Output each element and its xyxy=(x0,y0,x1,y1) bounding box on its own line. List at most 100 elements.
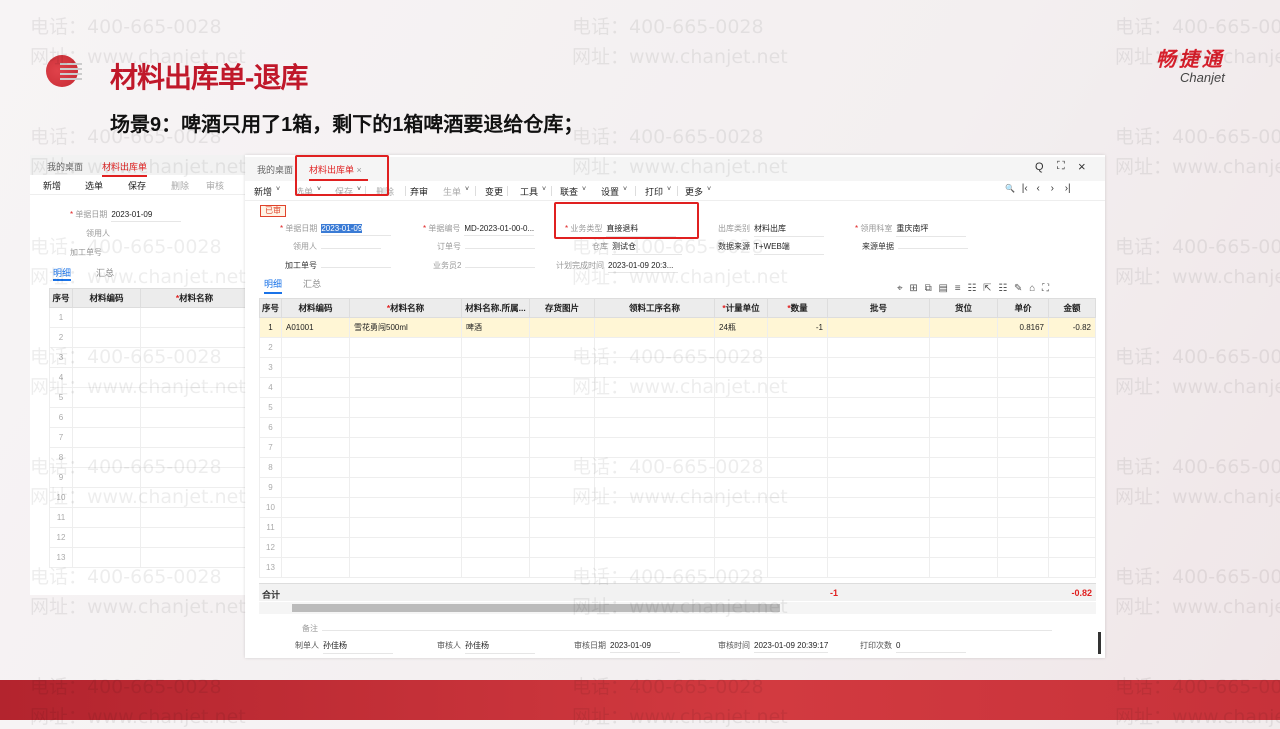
column-header[interactable]: 货位 xyxy=(929,298,998,318)
table-row[interactable]: 7 xyxy=(259,437,1096,458)
cell-batch[interactable] xyxy=(827,317,930,338)
column-header[interactable]: 单价 xyxy=(997,298,1049,318)
column-header[interactable]: 批号 xyxy=(827,298,930,318)
toolbar-button[interactable]: 生单 xyxy=(443,185,461,198)
footer-label: 审核日期 xyxy=(574,641,606,650)
toolbar-button[interactable]: 弃审 xyxy=(410,185,428,198)
add-row-icon[interactable]: ⊞ xyxy=(909,283,917,294)
audit-button[interactable]: 审核 xyxy=(206,179,224,192)
number-field[interactable]: MD-2023-01-00-0... xyxy=(464,224,535,236)
table-row[interactable]: 10 xyxy=(259,497,1096,518)
column-header[interactable]: 材料编码 xyxy=(281,298,350,318)
table-row[interactable]: 9 xyxy=(259,477,1096,498)
batch-icon[interactable]: ≡ xyxy=(955,283,961,294)
user-field[interactable] xyxy=(321,246,381,249)
out-type-field[interactable]: 材料出库 xyxy=(754,223,824,237)
subtab-detail[interactable]: 明细 xyxy=(53,266,72,281)
warehouse-field[interactable]: 测试仓 xyxy=(612,241,682,255)
column-header[interactable]: 材料名称.所属... xyxy=(461,298,530,318)
dept-field[interactable]: 重庆南坪 xyxy=(896,223,967,237)
cell-unit[interactable]: 24瓶 xyxy=(714,317,768,338)
watermark: 电话：400-665-0028 xyxy=(1115,16,1280,38)
table-row[interactable]: 3 xyxy=(259,357,1096,378)
toolbar-divider xyxy=(475,186,476,196)
table-row[interactable]: 8 xyxy=(259,457,1096,478)
toolbar-button[interactable]: 设置 xyxy=(601,185,619,198)
maximize-icon[interactable]: ⛶ xyxy=(1057,160,1065,173)
cell-name[interactable]: 雪花勇闯500ml xyxy=(349,317,462,338)
column-header[interactable]: *数量 xyxy=(767,298,828,318)
select-button[interactable]: 选单 xyxy=(85,179,103,192)
column-header[interactable]: *材料名称 xyxy=(349,298,462,318)
table-row[interactable]: 13 xyxy=(259,557,1096,578)
toolbar-button[interactable]: 工具 xyxy=(520,185,538,198)
last-icon[interactable]: ›| xyxy=(1065,183,1071,194)
toolbar-divider xyxy=(635,186,636,196)
toolbar-button[interactable]: 新增 xyxy=(254,185,272,198)
search-icon[interactable]: Q xyxy=(1035,161,1044,173)
scrollbar-thumb[interactable] xyxy=(292,604,780,612)
clerk2-field[interactable] xyxy=(465,265,536,268)
source-field[interactable]: T+WEB端 xyxy=(754,241,824,255)
subtab-summary[interactable]: 汇总 xyxy=(96,266,114,279)
column-header[interactable]: *计量单位 xyxy=(714,298,768,318)
table-row[interactable]: 11 xyxy=(259,517,1096,538)
toolbar-button[interactable]: 联查 xyxy=(560,185,578,198)
layout-icon[interactable]: ☷ xyxy=(998,283,1007,294)
tab-home[interactable]: 我的桌面 xyxy=(257,163,293,176)
cell-price[interactable]: 0.8167 xyxy=(997,317,1049,338)
new-button[interactable]: 新增 xyxy=(43,179,61,192)
find-icon[interactable]: 🔍 xyxy=(1005,184,1015,193)
subtab-detail[interactable]: 明细 xyxy=(264,277,283,294)
paste-icon[interactable]: ▤ xyxy=(939,283,948,294)
export-icon[interactable]: ⇱ xyxy=(983,283,991,294)
table-row[interactable]: 5 xyxy=(259,397,1096,418)
columns-icon[interactable]: ☷ xyxy=(967,283,976,294)
row-number: 7 xyxy=(259,437,282,458)
fullscreen-icon[interactable]: ⛶ xyxy=(1042,283,1049,294)
close-icon[interactable]: × xyxy=(1078,159,1086,174)
order-field[interactable] xyxy=(465,246,535,249)
cell-code[interactable]: A01001 xyxy=(281,317,350,338)
copy-row-icon[interactable]: ⧉ xyxy=(925,283,932,294)
delete-button[interactable]: 删除 xyxy=(171,179,189,192)
cell-qty[interactable]: -1 xyxy=(767,317,828,338)
column-header[interactable]: 序号 xyxy=(259,298,282,318)
subtab-summary[interactable]: 汇总 xyxy=(303,277,321,290)
table-row[interactable]: 6 xyxy=(259,417,1096,438)
remark-field[interactable] xyxy=(322,628,1052,631)
table-row[interactable]: 4 xyxy=(259,377,1096,398)
location-icon[interactable]: ⌖ xyxy=(897,283,903,294)
table-row[interactable]: 12 xyxy=(259,537,1096,558)
column-header[interactable]: 存货图片 xyxy=(529,298,595,318)
date-field[interactable]: 2023-01-09 xyxy=(111,210,182,222)
cell-no[interactable]: 1 xyxy=(259,317,282,338)
warehouse-icon[interactable]: ⌂ xyxy=(1029,283,1035,294)
toolbar-button[interactable]: 变更 xyxy=(485,185,503,198)
prev-icon[interactable]: ‹ xyxy=(1036,183,1039,194)
table-row[interactable]: 1 A01001 雪花勇闯500ml 啤酒 24瓶 -1 0.8167 -0.82 xyxy=(259,317,1096,338)
cell-category[interactable]: 啤酒 xyxy=(461,317,530,338)
chevron-down-icon: ˅ xyxy=(667,186,672,193)
process-no-field[interactable] xyxy=(321,265,391,268)
toolbar-button[interactable]: 更多 xyxy=(685,185,703,198)
cell-location[interactable] xyxy=(929,317,998,338)
tab-home[interactable]: 我的桌面 xyxy=(47,160,83,173)
column-header[interactable]: 领料工序名称 xyxy=(594,298,715,318)
save-button[interactable]: 保存 xyxy=(128,179,146,192)
edit-icon[interactable]: ✎ xyxy=(1014,283,1022,294)
date-field[interactable]: 2023-01-09 xyxy=(321,224,392,236)
vertical-scrollbar[interactable] xyxy=(1098,632,1101,654)
next-icon[interactable]: › xyxy=(1051,183,1054,194)
column-header[interactable]: 金额 xyxy=(1048,298,1096,318)
plan-time-field[interactable]: 2023-01-09 20:3... xyxy=(608,261,678,273)
cell-image[interactable] xyxy=(529,317,595,338)
horizontal-scrollbar[interactable] xyxy=(259,602,1096,614)
source-doc-field[interactable] xyxy=(898,246,968,249)
table-row[interactable]: 2 xyxy=(259,337,1096,358)
first-icon[interactable]: |‹ xyxy=(1022,183,1028,194)
cell-amount[interactable]: -0.82 xyxy=(1048,317,1096,338)
cell-process[interactable] xyxy=(594,317,715,338)
toolbar-button[interactable]: 打印 xyxy=(645,185,663,198)
footer-value: 孙佳杨 xyxy=(465,640,535,654)
